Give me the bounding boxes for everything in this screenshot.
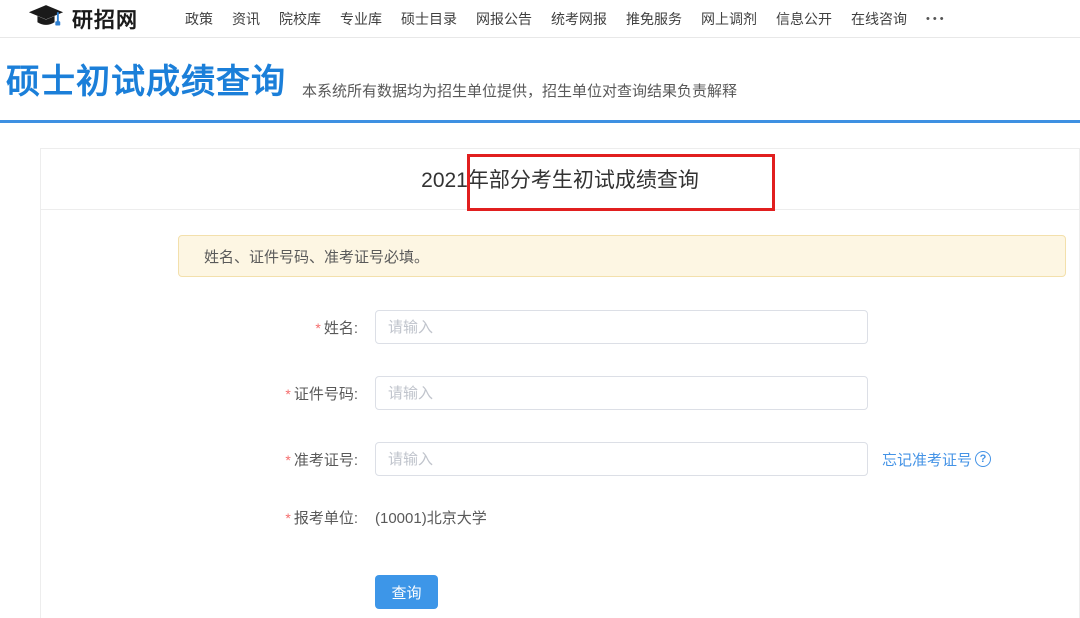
id-number-input[interactable] (375, 376, 868, 410)
card-title: 2021年部分考生初试成绩查询 (41, 149, 1079, 210)
nav-item-school-db[interactable]: 院校库 (279, 9, 321, 29)
nav-more-dots-icon[interactable]: ••• (926, 13, 947, 25)
page-title: 硕士初试成绩查询 (6, 64, 286, 101)
nav-item-exempt-service[interactable]: 推免服务 (626, 9, 682, 29)
name-input[interactable] (375, 310, 868, 344)
header-divider (0, 120, 1080, 123)
required-marker: * (315, 320, 320, 336)
required-marker: * (285, 510, 290, 526)
help-question-icon[interactable]: ? (975, 451, 991, 467)
nav-item-master-catalog[interactable]: 硕士目录 (401, 9, 457, 29)
required-fields-notice: 姓名、证件号码、准考证号必填。 (178, 235, 1066, 277)
exam-ticket-input[interactable] (375, 442, 868, 476)
nav-item-online-adjustment[interactable]: 网上调剂 (701, 9, 757, 29)
nav-item-unified-exam-report[interactable]: 统考网报 (551, 9, 607, 29)
nav-item-online-consult[interactable]: 在线咨询 (851, 9, 907, 29)
graduation-cap-icon (27, 3, 65, 35)
form-row-id-number: *证件号码: (41, 376, 1079, 410)
exam-ticket-label: *准考证号: (41, 449, 358, 470)
required-marker: * (285, 452, 290, 468)
id-number-label: *证件号码: (41, 383, 358, 404)
form-row-institution: *报考单位: (10001)北京大学 (41, 507, 1079, 528)
institution-value: (10001)北京大学 (375, 507, 487, 528)
page-subtitle: 本系统所有数据均为招生单位提供，招生单位对查询结果负责解释 (302, 80, 737, 101)
nav-item-online-report-notice[interactable]: 网报公告 (476, 9, 532, 29)
top-nav: 研招网 政策 资讯 院校库 专业库 硕士目录 网报公告 统考网报 推免服务 网上… (0, 0, 1080, 38)
nav-item-info-disclosure[interactable]: 信息公开 (776, 9, 832, 29)
institution-label: *报考单位: (41, 507, 358, 528)
query-card: 2021年部分考生初试成绩查询 姓名、证件号码、准考证号必填。 *姓名: *证件… (40, 148, 1080, 618)
nav-item-policy[interactable]: 政策 (185, 9, 213, 29)
nav-item-major-db[interactable]: 专业库 (340, 9, 382, 29)
page-header: 硕士初试成绩查询 本系统所有数据均为招生单位提供，招生单位对查询结果负责解释 (0, 38, 1080, 120)
nav-item-news[interactable]: 资讯 (232, 9, 260, 29)
form-row-exam-ticket: *准考证号: 忘记准考证号? (41, 442, 1079, 476)
required-marker: * (285, 386, 290, 402)
query-button[interactable]: 查询 (375, 575, 438, 609)
site-logo[interactable]: 研招网 (27, 3, 138, 35)
logo-text: 研招网 (72, 4, 138, 34)
forgot-ticket-link[interactable]: 忘记准考证号? (882, 449, 991, 470)
name-label: *姓名: (41, 317, 358, 338)
nav-menu: 政策 资讯 院校库 专业库 硕士目录 网报公告 统考网报 推免服务 网上调剂 信… (185, 9, 907, 29)
form-row-submit: 查询 (41, 575, 1079, 609)
form-row-name: *姓名: (41, 310, 1079, 344)
